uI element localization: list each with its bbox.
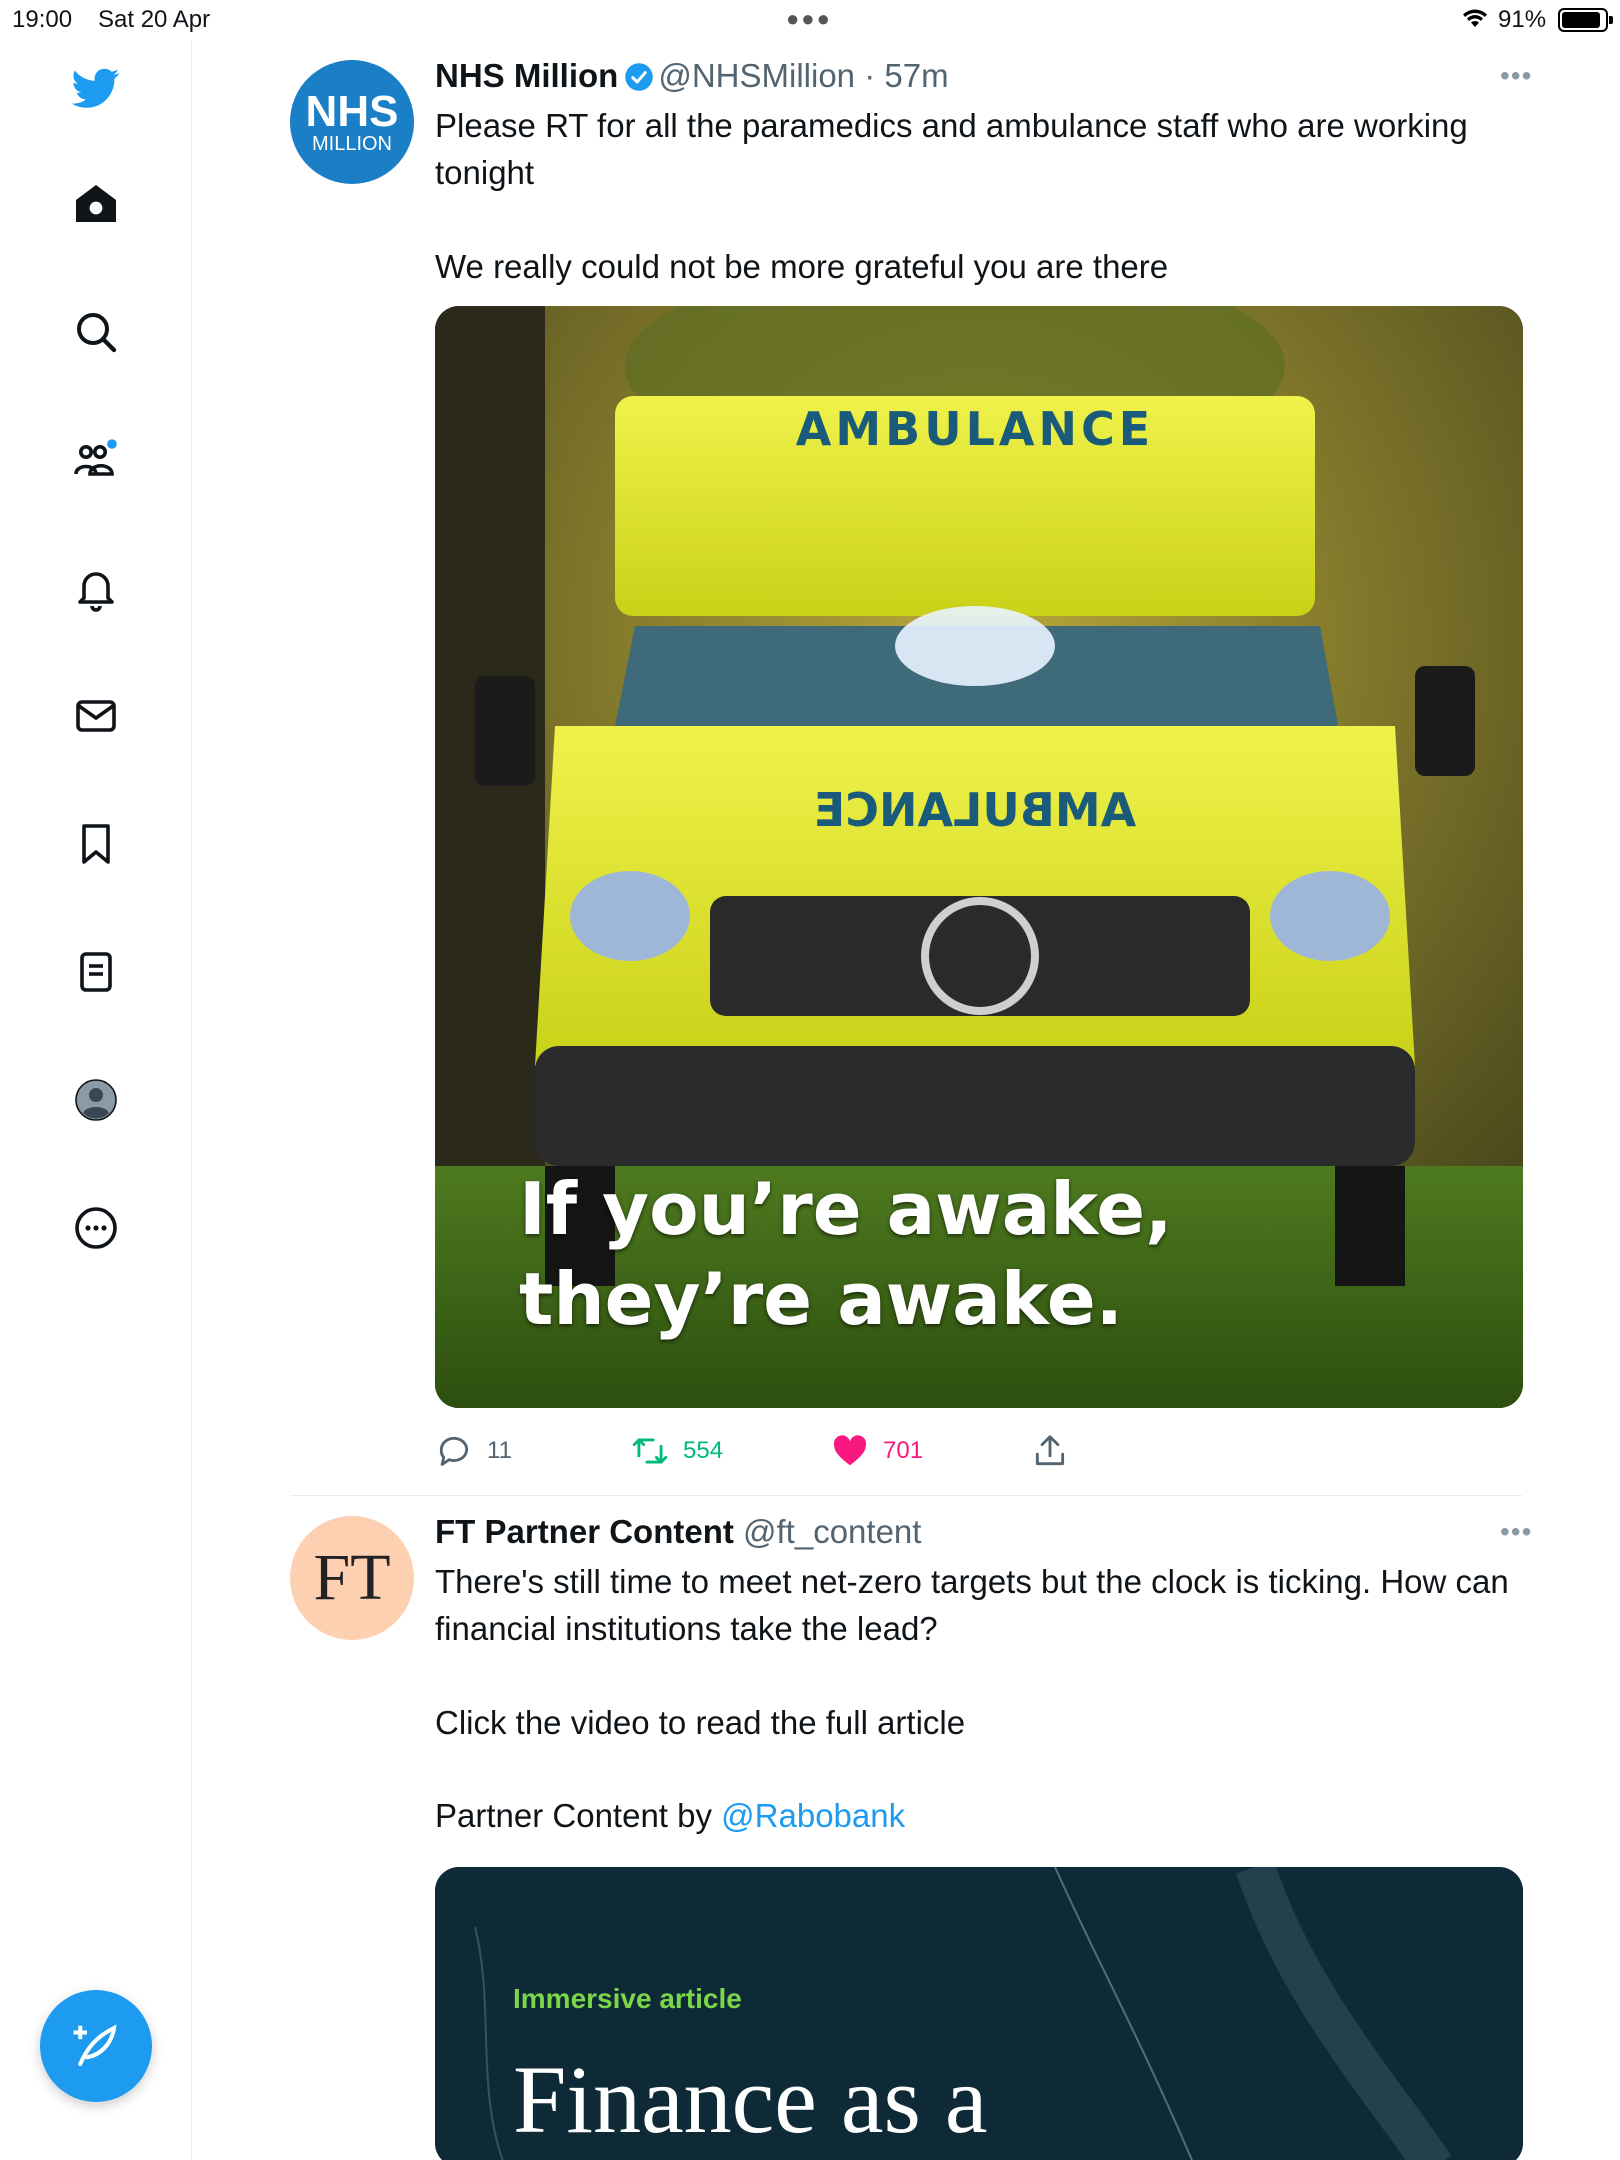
timeline: NHS MILLION ••• NHS Million @NHSMillion ·…	[290, 40, 1531, 2160]
home-icon[interactable]	[70, 178, 122, 230]
video-title: Finance as a	[513, 2046, 988, 2153]
reply-count: 11	[487, 1437, 512, 1464]
tweet-author-name[interactable]: FT Partner Content	[435, 1513, 734, 1550]
tweet-author-name[interactable]: NHS Million	[435, 57, 618, 94]
share-button[interactable]	[1031, 1432, 1069, 1470]
compose-feather-icon	[73, 2024, 117, 2067]
image-caption-line: If you’re awake,	[519, 1167, 1173, 1251]
battery-icon	[1558, 8, 1613, 32]
tweet-handle[interactable]: @ft_content	[743, 1513, 921, 1550]
lists-icon[interactable]	[70, 946, 122, 998]
messages-envelope-icon[interactable]	[70, 690, 122, 742]
retweet-icon	[632, 1438, 668, 1464]
battery-percent: 91%	[1498, 6, 1547, 33]
partner-prefix: Partner Content by	[435, 1797, 722, 1834]
sidebar	[0, 40, 192, 2160]
compose-tweet-button[interactable]	[40, 1990, 152, 2102]
avatar-text: NHS	[305, 87, 399, 136]
video-kicker: Immersive article	[513, 1983, 742, 2014]
multitasking-dots-icon[interactable]: ●●●	[786, 6, 832, 32]
tweet-text: Please RT for all the paramedics and amb…	[435, 107, 1468, 285]
status-bar: 19:00 Sat 20 Apr ●●● 91%	[0, 0, 1620, 40]
tweet-handle[interactable]: @NHSMillion	[658, 57, 855, 94]
share-icon	[1035, 1435, 1065, 1466]
tweet-body: NHS Million @NHSMillion · 57m Please RT f…	[435, 56, 1525, 290]
tweet[interactable]: NHS MILLION ••• NHS Million @NHSMillion ·…	[290, 40, 1531, 1496]
image-caption: If you’re awake, they’re awake.	[519, 1164, 1172, 1344]
header-separator: ·	[864, 57, 876, 94]
more-options-icon[interactable]	[70, 1202, 122, 1254]
tweet-avatar[interactable]: NHS MILLION	[290, 60, 414, 184]
reply-button[interactable]: 11	[435, 1432, 512, 1470]
image-caption-line: they’re awake.	[519, 1257, 1124, 1341]
retweet-count: 554	[683, 1437, 724, 1464]
promoted-tweet[interactable]: FT ••• FT Partner Content @ft_content Th…	[290, 1496, 1531, 2160]
bookmarks-icon[interactable]	[70, 818, 122, 870]
search-icon[interactable]	[70, 306, 122, 358]
svg-text:AMBULANCE: AMBULANCE	[814, 783, 1136, 837]
notifications-bell-icon[interactable]	[70, 562, 122, 614]
partner-link[interactable]: @Rabobank	[721, 1797, 905, 1834]
tweet-header: FT Partner Content @ft_content	[435, 1512, 1525, 1552]
tweet-body: FT Partner Content @ft_content There's s…	[435, 1512, 1525, 1839]
status-date: Sat 20 Apr	[98, 6, 211, 33]
tweet-header: NHS Million @NHSMillion · 57m	[435, 56, 1525, 96]
tweet-time[interactable]: 57m	[884, 57, 948, 94]
twitter-logo-icon[interactable]	[70, 62, 122, 114]
wifi-icon	[1460, 6, 1490, 37]
like-button[interactable]: 701	[831, 1432, 923, 1470]
verified-badge-icon	[625, 63, 654, 91]
tweet-image[interactable]: AMBULANCE AMBULANCE If you’re awake, the…	[435, 306, 1523, 1408]
reply-icon	[439, 1436, 469, 1466]
retweet-button[interactable]: 554	[631, 1432, 723, 1470]
partner-line: Partner Content by @Rabobank	[435, 1792, 1525, 1839]
heart-icon	[833, 1435, 867, 1466]
avatar-text: FT	[313, 1541, 391, 1614]
communities-icon[interactable]	[70, 434, 122, 486]
tweet-actions: 11 554 701	[435, 1432, 1135, 1474]
tweet-text: There's still time to meet net-zero targ…	[435, 1563, 1509, 1741]
tweet-avatar[interactable]: FT	[290, 1516, 414, 1640]
avatar-subtext: MILLION	[311, 133, 393, 155]
ambulance-sign: AMBULANCE	[795, 402, 1155, 456]
profile-avatar-icon[interactable]	[70, 1074, 122, 1126]
status-time: 19:00	[12, 6, 73, 33]
tweet-video[interactable]: Immersive article Finance as a	[435, 1867, 1523, 2160]
like-count: 701	[883, 1437, 924, 1464]
